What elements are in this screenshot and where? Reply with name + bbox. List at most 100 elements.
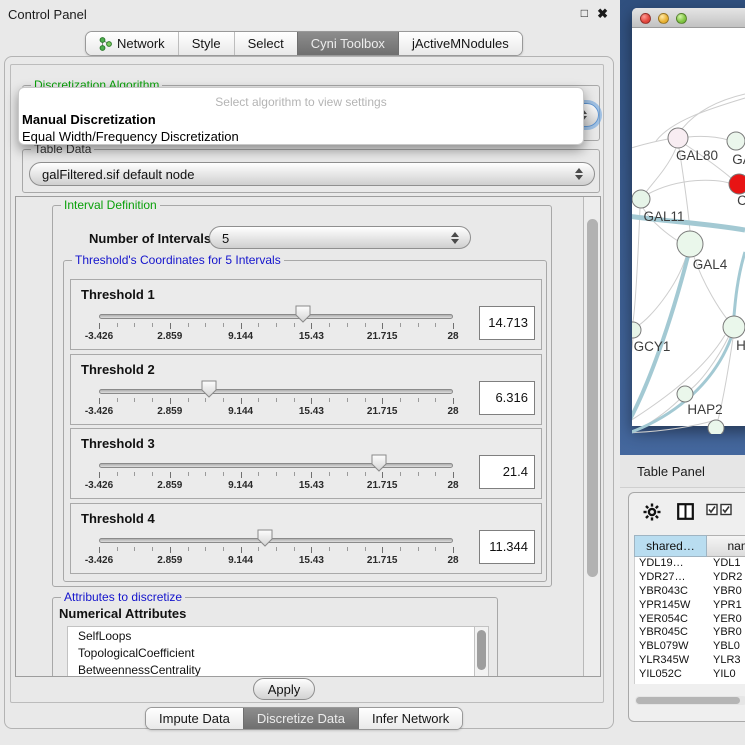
- tab-infer-network[interactable]: Infer Network: [358, 708, 462, 729]
- network-node[interactable]: [677, 386, 693, 402]
- table-row[interactable]: YBR045CYBR0: [635, 626, 745, 640]
- close-traffic-light-icon[interactable]: [640, 13, 651, 24]
- attribute-list-item[interactable]: SelfLoops: [68, 627, 474, 644]
- show-columns-icon[interactable]: [677, 503, 694, 520]
- network-canvas[interactable]: GAL80GACGAL11GAL4GCY1HHAP2: [632, 36, 745, 434]
- table-data-select[interactable]: galFiltered.sif default node: [29, 162, 595, 186]
- tick-mark: [365, 472, 366, 476]
- menu-item-manual-discretization[interactable]: Manual Discretization: [22, 112, 156, 127]
- threshold-value-field[interactable]: 11.344: [479, 530, 535, 564]
- tick-mark: [276, 323, 277, 327]
- threshold-value-field[interactable]: 6.316: [479, 381, 535, 415]
- viewport-scrollbar-thumb[interactable]: [587, 219, 598, 577]
- table-hscroll-thumb[interactable]: [636, 697, 740, 704]
- cell-name: YIL0: [708, 668, 745, 682]
- cell-shared-name: YPR145W: [635, 599, 708, 613]
- tick-mark: [223, 398, 224, 402]
- table-row[interactable]: YBR043CYBR0: [635, 585, 745, 599]
- settings-scroll-viewport: Interval Definition Number of Intervals …: [15, 196, 601, 677]
- network-node[interactable]: [729, 174, 745, 194]
- tick-mark: [453, 398, 454, 404]
- table-row[interactable]: YER054CYER0: [635, 613, 745, 627]
- tab-label: Impute Data: [159, 711, 230, 726]
- control-panel-title: Control Panel: [8, 7, 87, 22]
- threshold-slider-thumb[interactable]: [371, 454, 387, 472]
- tick-mark: [99, 323, 100, 329]
- table-row[interactable]: YPR145WYPR1: [635, 599, 745, 613]
- tick-mark: [99, 398, 100, 404]
- menu-item-equal-width-frequency[interactable]: Equal Width/Frequency Discretization: [22, 129, 239, 144]
- network-node[interactable]: [708, 420, 724, 434]
- cell-name: YLR3: [708, 654, 745, 668]
- threshold-slider-thumb[interactable]: [257, 529, 273, 547]
- tab-impute-data[interactable]: Impute Data: [146, 708, 243, 729]
- tab-jactivemnodules[interactable]: jActiveMNodules: [398, 32, 522, 55]
- number-of-intervals-select[interactable]: 5: [209, 226, 471, 249]
- column-header-shared-name[interactable]: shared…: [634, 535, 707, 557]
- cell-name: YBL0: [708, 640, 745, 654]
- tick-mark: [241, 398, 242, 404]
- tick-mark: [294, 472, 295, 476]
- network-icon: [99, 37, 112, 51]
- network-node[interactable]: [668, 128, 688, 148]
- threshold-slider-thumb[interactable]: [201, 380, 217, 398]
- threshold-slider-track[interactable]: [99, 463, 453, 468]
- right-panel: GAL80GACGAL11GAL4GCY1HHAP2 Table Panel: [620, 0, 745, 745]
- threshold-value-field[interactable]: 21.4: [479, 455, 535, 489]
- tab-select[interactable]: Select: [234, 32, 297, 55]
- viewport-scrollbar[interactable]: [583, 197, 600, 676]
- tick-mark: [152, 547, 153, 551]
- table-panel: shared… name YDL19…YDL1YDR27…YDR2YBR043C…: [628, 492, 745, 722]
- table-row[interactable]: YBL079WYBL0: [635, 640, 745, 654]
- threshold-slider-track[interactable]: [99, 389, 453, 394]
- tick-mark: [329, 398, 330, 402]
- tab-network[interactable]: Network: [86, 32, 178, 55]
- table-row[interactable]: YLR345WYLR3: [635, 654, 745, 668]
- table-panel-title: Table Panel: [637, 464, 705, 479]
- cell-name: YER0: [708, 613, 745, 627]
- tick-mark: [223, 323, 224, 327]
- threshold-value-field[interactable]: 14.713: [479, 306, 535, 340]
- network-node[interactable]: [677, 231, 703, 257]
- apply-button[interactable]: Apply: [253, 678, 315, 700]
- select-rows-checkbox-icons[interactable]: [706, 503, 736, 516]
- zoom-traffic-light-icon[interactable]: [676, 13, 687, 24]
- attribute-list-item[interactable]: BetweennessCentrality: [68, 661, 474, 677]
- close-icon[interactable]: ✖: [597, 6, 608, 22]
- network-node[interactable]: [723, 316, 745, 338]
- cell-name: YDL1: [708, 557, 745, 571]
- tick-mark: [329, 472, 330, 476]
- tick-mark: [294, 323, 295, 327]
- table-row[interactable]: YIL052CYIL0: [635, 668, 745, 682]
- network-node[interactable]: [632, 190, 650, 208]
- tick-mark: [258, 398, 259, 402]
- tick-mark: [170, 323, 171, 329]
- tick-label: 15.43: [276, 480, 346, 491]
- tick-label: 15.43: [276, 555, 346, 566]
- tick-mark: [311, 323, 312, 329]
- cell-shared-name: YLR345W: [635, 654, 708, 668]
- threshold-slider-track[interactable]: [99, 538, 453, 543]
- threshold-slider-thumb[interactable]: [295, 305, 311, 323]
- attributes-list-scrollbar[interactable]: [475, 626, 489, 677]
- tab-discretize-data[interactable]: Discretize Data: [243, 708, 358, 729]
- network-node[interactable]: [727, 132, 745, 150]
- threshold-slider-track[interactable]: [99, 314, 453, 319]
- tab-style[interactable]: Style: [178, 32, 234, 55]
- tick-mark: [382, 323, 383, 329]
- network-window-titlebar[interactable]: [632, 8, 745, 28]
- column-header-name[interactable]: name: [707, 535, 745, 557]
- gear-icon[interactable]: [643, 503, 661, 521]
- float-window-icon[interactable]: □: [581, 6, 588, 20]
- minimize-traffic-light-icon[interactable]: [658, 13, 669, 24]
- tick-mark: [347, 398, 348, 402]
- tab-cyni-toolbox[interactable]: Cyni Toolbox: [297, 32, 398, 55]
- table-row[interactable]: YDL19…YDL1: [635, 557, 745, 571]
- table-row[interactable]: YDR27…YDR2: [635, 571, 745, 585]
- tick-mark: [435, 398, 436, 402]
- attribute-list-item[interactable]: TopologicalCoefficient: [68, 644, 474, 661]
- numerical-attributes-list[interactable]: SelfLoopsTopologicalCoefficientBetweenne…: [67, 626, 475, 677]
- table-horizontal-scrollbar[interactable]: [635, 696, 745, 705]
- tick-mark: [241, 472, 242, 478]
- tick-mark: [241, 323, 242, 329]
